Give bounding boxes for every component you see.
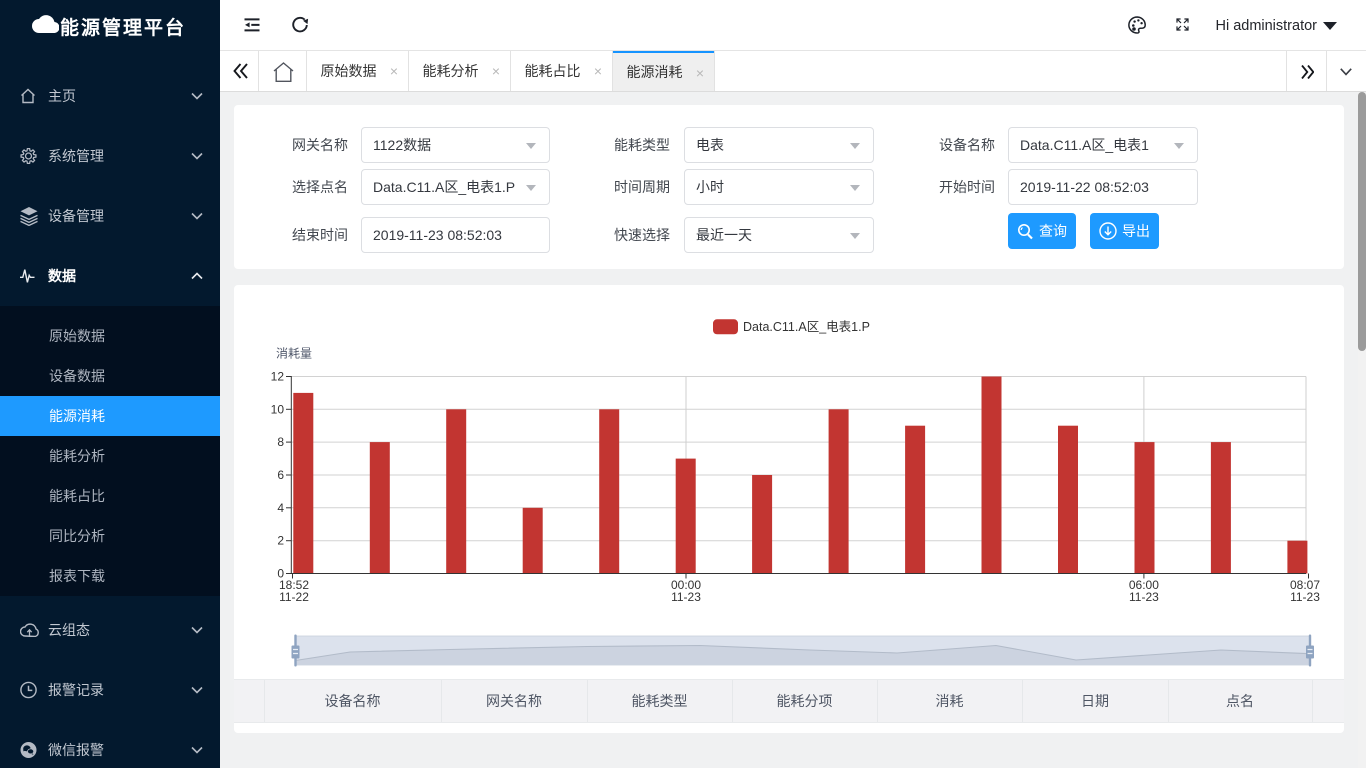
svg-text:2: 2 (277, 534, 284, 548)
svg-text:11-22: 11-22 (279, 590, 309, 604)
svg-text:消耗量: 消耗量 (276, 347, 312, 361)
svg-text:8: 8 (277, 435, 284, 449)
svg-text:11-23: 11-23 (671, 590, 701, 604)
svg-text:12: 12 (271, 370, 285, 384)
svg-text:4: 4 (277, 501, 284, 515)
svg-text:Data.C11.A区_电表1.P: Data.C11.A区_电表1.P (743, 320, 870, 334)
svg-text:11-23: 11-23 (1129, 590, 1159, 604)
svg-text:11-23: 11-23 (1290, 590, 1320, 604)
svg-text:6: 6 (277, 468, 284, 482)
svg-text:10: 10 (271, 402, 285, 416)
